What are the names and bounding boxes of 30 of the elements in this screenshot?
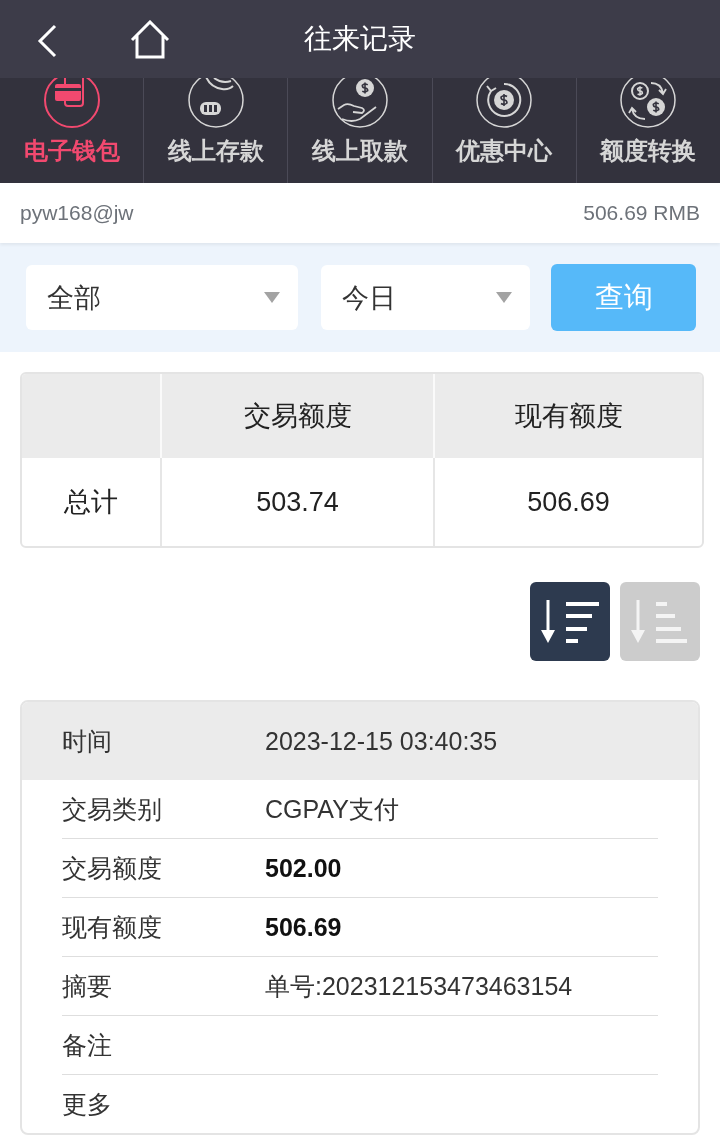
amount-value: 506.69 <box>265 912 343 942</box>
row-label: 总计 <box>63 486 119 519</box>
page-title: 往来记录 <box>304 22 416 56</box>
field-value: 2023-12-15 03:40:35 <box>265 726 499 756</box>
field-label: 交易类别 <box>62 793 163 825</box>
home-icon[interactable] <box>130 19 170 59</box>
field-label: 备注 <box>62 1029 113 1061</box>
nav-tab[interactable]: 额度转换 <box>576 78 720 183</box>
table-cell: 506.69 <box>433 458 702 546</box>
field-label: 交易额度 <box>62 852 163 884</box>
sort-ascending-icon <box>631 599 689 644</box>
table-cell: 503.74 <box>160 458 433 546</box>
sort-button[interactable] <box>530 582 610 661</box>
field-label: 时间 <box>62 725 113 757</box>
field-label: 现有额度 <box>62 911 163 943</box>
caret-icon <box>264 292 280 303</box>
account-balance: 506.69 RMB <box>583 201 700 225</box>
column-header: 交易额度 <box>160 374 433 458</box>
caret-icon <box>496 292 512 303</box>
sort-descending-icon <box>541 599 599 644</box>
field-value: CGPAY支付 <box>265 793 400 825</box>
dropdown-select[interactable]: 全部 <box>26 265 298 330</box>
field-label: 摘要 <box>62 970 113 1002</box>
amount-value: 502.00 <box>265 853 343 883</box>
username: pyw168@jw <box>20 201 134 225</box>
dropdown-select[interactable]: 今日 <box>321 265 530 330</box>
column-header: 现有额度 <box>433 374 702 458</box>
field-label: 更多 <box>62 1088 113 1120</box>
back-icon[interactable] <box>37 24 57 58</box>
field-value: 单号:202312153473463154 <box>265 970 574 1002</box>
